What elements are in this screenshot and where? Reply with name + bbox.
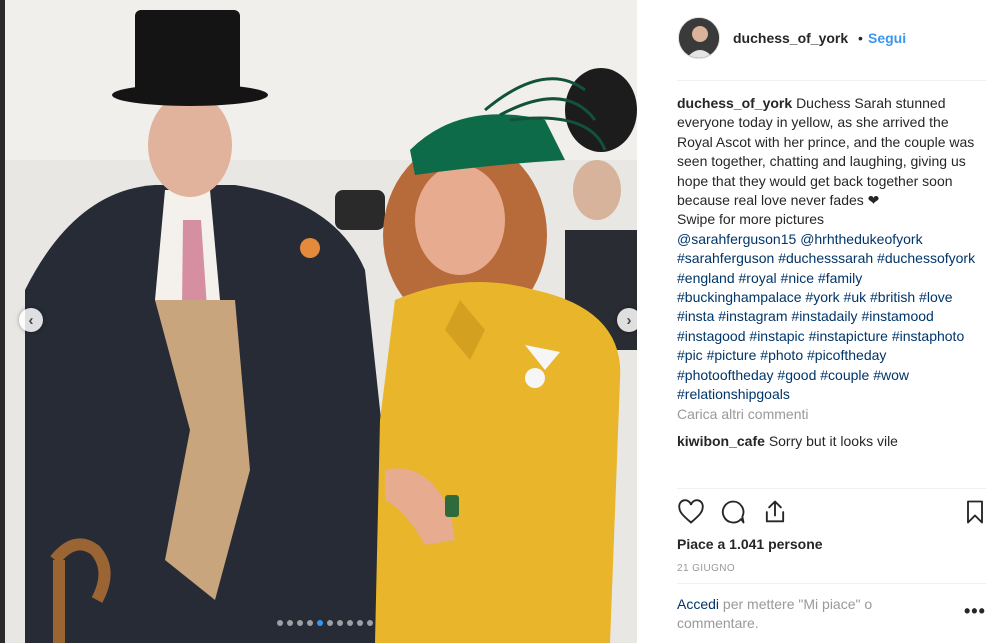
mention-link[interactable]: @hrhthedukeofyork — [800, 231, 922, 247]
comment-button[interactable] — [719, 498, 749, 528]
hashtag-link[interactable]: #buckinghampalace — [677, 289, 802, 305]
share-icon — [765, 500, 785, 523]
hashtag-link[interactable]: #pic — [677, 347, 703, 363]
save-button[interactable] — [961, 498, 991, 528]
hashtag-link[interactable]: #insta — [677, 308, 714, 324]
chevron-right-icon: › — [626, 311, 632, 329]
comment-text: Sorry but it looks vile — [768, 432, 898, 449]
hashtag-link[interactable]: #picoftheday — [807, 347, 886, 363]
hashtag-link[interactable]: #instagram — [718, 308, 787, 324]
more-options-button[interactable]: ••• — [964, 601, 986, 622]
photo-illustration — [5, 0, 637, 643]
post-header: duchess_of_york • Segui — [637, 0, 1000, 80]
divider — [677, 80, 986, 81]
hashtag-link[interactable]: #sarahferguson — [677, 250, 774, 266]
login-link[interactable]: Accedi — [677, 596, 719, 612]
bookmark-icon — [967, 500, 983, 524]
hashtag-link[interactable]: #wow — [873, 367, 909, 383]
hashtag-link[interactable]: #instagood — [677, 328, 746, 344]
avatar[interactable] — [678, 17, 720, 59]
hashtag-link[interactable]: #instadaily — [791, 308, 857, 324]
like-button[interactable] — [677, 498, 707, 528]
hashtag-link[interactable]: #instaphoto — [892, 328, 964, 344]
heart-icon — [678, 499, 704, 524]
hashtag-link[interactable]: #duchessofyork — [877, 250, 975, 266]
divider — [677, 583, 986, 584]
hashtag-link[interactable]: #royal — [739, 270, 777, 286]
carousel-indicator — [277, 620, 373, 626]
hashtag-link[interactable]: #love — [919, 289, 952, 305]
carousel-dot — [307, 620, 313, 626]
carousel-dot — [327, 620, 333, 626]
carousel-dot — [347, 620, 353, 626]
hashtag-link[interactable]: #couple — [820, 367, 869, 383]
next-slide-button[interactable]: › — [617, 308, 637, 332]
carousel-dot — [277, 620, 283, 626]
previous-slide-button[interactable]: ‹ — [19, 308, 43, 332]
header-username[interactable]: duchess_of_york — [733, 30, 848, 46]
caption-text: Duchess Sarah stunned everyone today in … — [677, 95, 975, 209]
post-date[interactable]: 21 GIUGNO — [677, 563, 735, 574]
carousel-dot — [297, 620, 303, 626]
carousel-dot-active — [317, 620, 323, 626]
hashtag-link[interactable]: #nice — [781, 270, 814, 286]
carousel-dot — [367, 620, 373, 626]
post-side-panel: duchess_of_york • Segui duchess_of_york … — [637, 0, 1000, 643]
action-bar — [677, 498, 989, 530]
mention-link[interactable]: @sarahferguson15 — [677, 231, 796, 247]
hashtags-list: #sarahferguson #duchesssarah #duchessofy… — [677, 250, 975, 402]
hashtag-link[interactable]: #good — [777, 367, 816, 383]
likes-count[interactable]: Piace a 1.041 persone — [677, 536, 823, 552]
hashtag-link[interactable]: #british — [870, 289, 915, 305]
hashtag-link[interactable]: #photooftheday — [677, 367, 774, 383]
header-separator: • — [858, 30, 863, 46]
carousel-dot — [357, 620, 363, 626]
chevron-left-icon: ‹ — [28, 311, 34, 329]
hashtag-link[interactable]: #picture — [707, 347, 757, 363]
comments-area[interactable]: duchess_of_york Duchess Sarah stunned ev… — [677, 94, 977, 486]
comment: kiwibon_cafe Sorry but it looks vile — [677, 432, 977, 451]
hashtag-link[interactable]: #relationshipgoals — [677, 386, 790, 402]
hashtag-link[interactable]: #england — [677, 270, 735, 286]
follow-button[interactable]: Segui — [868, 30, 906, 46]
mentions-list: @sarahferguson15 @hrhthedukeofyork — [677, 231, 923, 247]
share-button[interactable] — [761, 498, 791, 528]
hashtag-link[interactable]: #uk — [844, 289, 867, 305]
carousel-dot — [287, 620, 293, 626]
hashtag-link[interactable]: #instamood — [861, 308, 933, 324]
carousel-dot — [337, 620, 343, 626]
login-prompt: Accedi per mettere "Mi piace" o commenta… — [677, 595, 937, 633]
hashtag-link[interactable]: #family — [818, 270, 862, 286]
comment-username[interactable]: kiwibon_cafe — [677, 433, 765, 449]
divider — [677, 488, 986, 489]
hashtag-link[interactable]: #york — [805, 289, 839, 305]
post-photo[interactable]: ‹ › — [5, 0, 637, 643]
caption-username[interactable]: duchess_of_york — [677, 95, 792, 111]
caption-swipe-line: Swipe for more pictures — [677, 211, 825, 228]
hashtag-link[interactable]: #duchesssarah — [778, 250, 873, 266]
load-more-comments-button[interactable]: Carica altri commenti — [677, 405, 977, 424]
hashtag-link[interactable]: #photo — [760, 347, 803, 363]
comment-bubble-icon — [721, 500, 745, 524]
hashtag-link[interactable]: #instapicture — [809, 328, 888, 344]
caption: duchess_of_york Duchess Sarah stunned ev… — [677, 94, 977, 405]
hashtag-link[interactable]: #instapic — [749, 328, 804, 344]
